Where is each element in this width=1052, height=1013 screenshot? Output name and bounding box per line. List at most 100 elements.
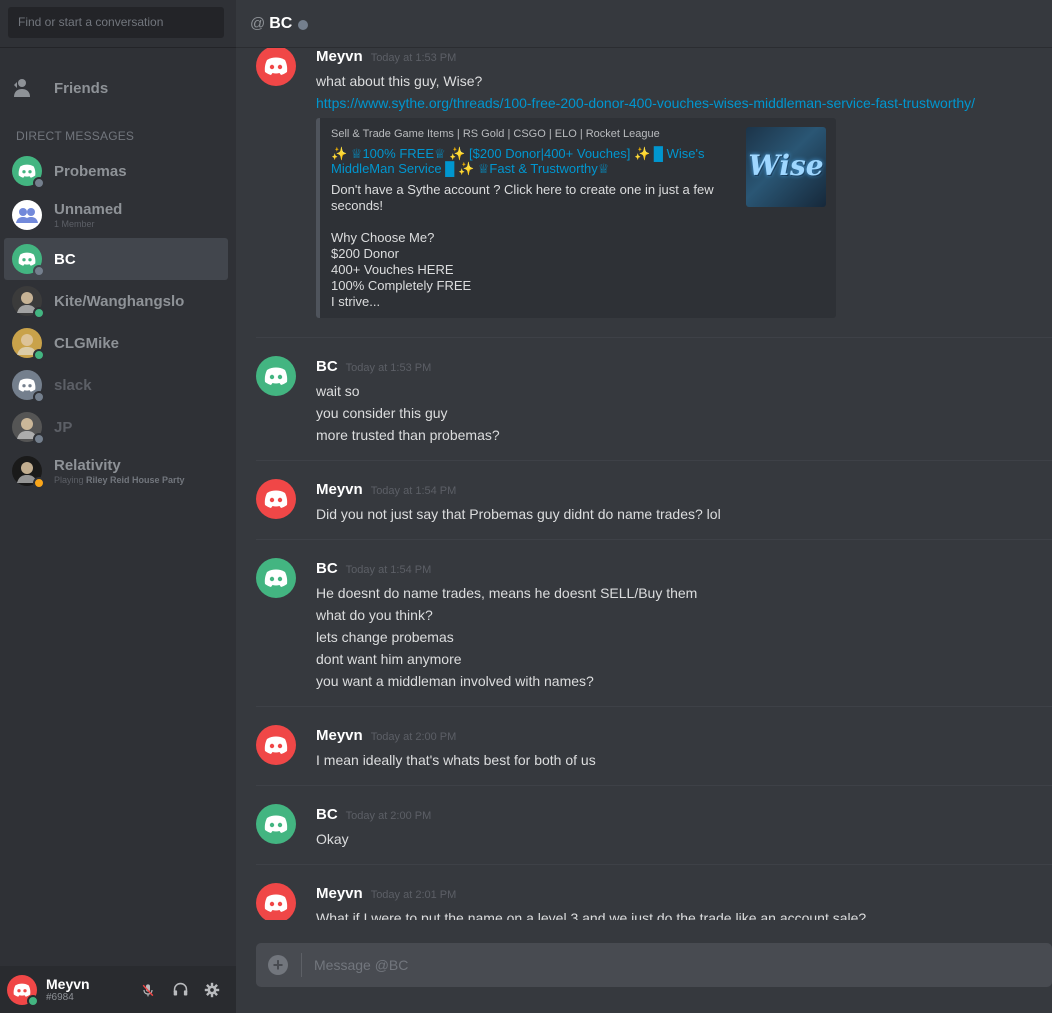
dm-name: slack [54,376,92,394]
message-timestamp: Today at 2:00 PM [370,731,457,743]
avatar[interactable] [256,356,296,396]
message-text: He doesnt do name trades, means he doesn… [316,585,698,601]
dm-item-probemas[interactable]: Probemas [4,150,228,192]
offline-status-icon [33,177,45,189]
message-group: BC Today at 1:53 PM wait so you consider th… [256,338,1052,461]
online-status-icon [33,349,45,361]
message-timestamp: Today at 1:54 PM [370,485,457,497]
message-link[interactable]: https://www.sythe.org/threads/100-free-2… [316,92,1052,114]
friends-icon [14,79,30,97]
dm-name: Unnamed [54,201,123,218]
discord-logo-icon [256,479,296,519]
message-author[interactable]: BC [316,806,338,823]
discord-logo-icon [256,883,296,920]
message-text: What if I were to put the name on a leve… [316,910,867,920]
message-text: Okay [316,831,349,847]
dm-subtitle: 1 Member [54,219,95,229]
online-status-icon [33,307,45,319]
avatar [12,328,45,361]
avatar[interactable] [256,48,296,86]
embed-provider: Sell & Trade Game Items | RS Gold | CSGO… [331,128,660,140]
settings-button[interactable] [202,980,222,1000]
avatar [12,370,45,403]
dm-item-slack[interactable]: slack [4,364,228,406]
upload-plus-button[interactable]: + [268,955,288,975]
message-group: BC Today at 2:00 PM Okay [256,786,1052,865]
embed-thumbnail[interactable]: Wise [746,127,826,207]
message-author[interactable]: Meyvn [316,481,363,498]
message-composer: + [256,943,1052,987]
dm-name: Kite/Wanghangslo [54,292,185,310]
message-list[interactable]: Meyvn Today at 1:53 PM what about this guy… [236,48,1052,920]
dm-name: Relativity [54,457,121,474]
dm-name: BC [54,250,76,268]
avatar [12,456,45,489]
dm-item-bc[interactable]: BC [4,238,228,280]
sidebar: Friends DIRECT MESSAGES Probemas Unnamed1… [0,0,236,1013]
embed-description: Don't have a Sythe account ? Click here … [331,182,714,309]
mute-button[interactable] [138,980,158,1000]
message-timestamp: Today at 1:54 PM [345,564,432,576]
user-discriminator: #6984 [46,992,74,1003]
offline-status-icon [298,19,309,30]
avatar[interactable] [256,479,296,519]
avatar[interactable] [256,725,296,765]
avatar[interactable] [256,883,296,920]
message-timestamp: Today at 2:01 PM [370,889,457,901]
avatar[interactable] [7,974,39,1007]
embed-title[interactable]: ✨ ♕100% FREE♕ ✨ [$200 Donor|400+ Vouches… [331,146,731,176]
dm-item-kite-wanghangslo[interactable]: Kite/Wanghangslo [4,280,228,322]
avatar[interactable] [256,558,296,598]
deafen-button[interactable] [170,980,190,1000]
message-group: BC Today at 1:54 PM He doesnt do name trad… [256,540,1052,707]
message-timestamp: Today at 1:53 PM [370,52,457,64]
avatar [12,156,45,189]
gear-icon [204,982,220,997]
message-text: what do you think? [316,607,433,623]
message-timestamp: Today at 2:00 PM [345,810,432,822]
message-text: wait so [316,383,360,399]
message-text: lets change probemas [316,629,454,645]
avatar [12,244,45,277]
message-author[interactable]: Meyvn [316,885,363,902]
dm-item-relativity[interactable]: Relativity Playing Riley Reid House Party [4,448,228,494]
message-timestamp: Today at 1:53 PM [345,362,432,374]
dm-activity: Playing Riley Reid House Party [54,475,185,485]
friends-nav-item[interactable]: Friends [0,70,236,106]
message-text: I mean ideally that's whats best for bot… [316,752,596,768]
discord-logo-icon [256,804,296,844]
channel-title: BC [269,14,293,32]
message-text: more trusted than probemas? [316,427,500,443]
message-input[interactable] [314,943,1052,987]
message-text: you want a middleman involved with names… [316,673,594,689]
message-group: Meyvn Today at 2:01 PM What if I were to p… [256,865,1052,920]
search-input[interactable] [8,7,224,38]
link-embed: Sell & Trade Game Items | RS Gold | CSGO… [316,118,836,318]
dm-item-jp[interactable]: JP [4,406,228,448]
message-author[interactable]: Meyvn [316,48,363,65]
username: Meyvn [46,976,90,992]
dm-item-unnamed[interactable]: Unnamed 1 Member [4,192,228,238]
avatar [12,412,45,445]
avatar [12,286,45,319]
message-author[interactable]: BC [316,358,338,375]
message-group: Meyvn Today at 1:53 PM what about this guy… [256,48,1052,338]
avatar[interactable] [256,804,296,844]
discord-logo-icon [256,48,296,86]
discord-logo-icon [256,725,296,765]
discord-logo-icon [256,356,296,396]
idle-status-icon [33,477,45,489]
message-author[interactable]: Meyvn [316,727,363,744]
user-panel: Meyvn #6984 [0,966,236,1013]
message-group: Meyvn Today at 2:00 PM I mean ideally that… [256,707,1052,786]
message-text: what about this guy, Wise? [316,73,483,89]
message-text: dont want him anymore [316,651,462,667]
message-group: Meyvn Today at 1:54 PM Did you not just sa… [256,461,1052,540]
plus-icon: + [272,955,284,975]
message-author[interactable]: BC [316,560,338,577]
offline-status-icon [33,391,45,403]
headphones-icon [173,982,187,996]
online-status-icon [27,994,39,1007]
message-text: Did you not just say that Probemas guy d… [316,506,721,522]
dm-item-clgmike[interactable]: CLGMike [4,322,228,364]
